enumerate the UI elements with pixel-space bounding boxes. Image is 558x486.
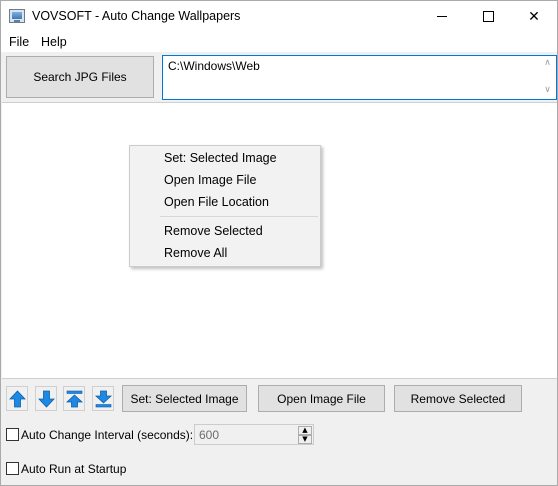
context-menu-remove-selected[interactable]: Remove Selected [164,224,263,238]
folder-path-text: C:\Windows\Web [168,59,260,73]
spin-up-icon[interactable]: ▲ [298,426,312,435]
path-scrollbar[interactable]: ∧ ∨ [539,56,556,99]
menu-file[interactable]: File [9,35,29,49]
arrow-down-icon [38,390,55,408]
arrow-to-top-icon [65,390,84,408]
context-menu-open-file-location[interactable]: Open File Location [164,195,269,209]
auto-change-interval-checkbox[interactable] [6,428,19,441]
open-image-file-button[interactable]: Open Image File [258,385,385,412]
maximize-icon[interactable] [465,1,511,32]
context-menu-open-image-file[interactable]: Open Image File [164,173,256,187]
minimize-icon[interactable] [419,1,465,32]
interval-spinner[interactable]: 600 ▲ ▼ [194,424,314,445]
app-window: VOVSOFT - Auto Change Wallpapers ✕ File … [0,0,558,486]
window-title: VOVSOFT - Auto Change Wallpapers [32,9,241,23]
auto-run-startup-label: Auto Run at Startup [21,462,127,476]
arrow-to-bottom-icon [94,390,113,408]
move-up-button[interactable] [6,386,28,411]
close-icon[interactable]: ✕ [511,1,557,32]
set-selected-image-button[interactable]: Set: Selected Image [122,385,247,412]
scroll-up-icon[interactable]: ∧ [543,59,552,68]
context-menu-set-selected-image[interactable]: Set: Selected Image [164,151,277,165]
move-down-button[interactable] [35,386,57,411]
auto-run-startup-checkbox[interactable] [6,462,19,475]
app-wallpaper-icon [9,9,25,23]
move-to-bottom-button[interactable] [92,386,114,411]
search-jpg-files-button[interactable]: Search JPG Files [6,56,154,98]
context-menu-separator [160,216,318,217]
folder-path-input[interactable]: C:\Windows\Web ∧ ∨ [162,55,557,100]
menu-help[interactable]: Help [41,35,67,49]
spin-down-icon[interactable]: ▼ [298,435,312,444]
move-to-top-button[interactable] [63,386,85,411]
arrow-up-icon [9,390,26,408]
context-menu: Set: Selected Image Open Image File Open… [129,145,321,267]
menu-bar: File Help [1,32,557,52]
context-menu-remove-all[interactable]: Remove All [164,246,227,260]
auto-change-interval-label: Auto Change Interval (seconds): [21,428,194,442]
title-bar[interactable]: VOVSOFT - Auto Change Wallpapers ✕ [1,1,557,32]
remove-selected-button[interactable]: Remove Selected [394,385,522,412]
scroll-down-icon[interactable]: ∨ [543,86,552,95]
interval-value: 600 [199,428,220,442]
